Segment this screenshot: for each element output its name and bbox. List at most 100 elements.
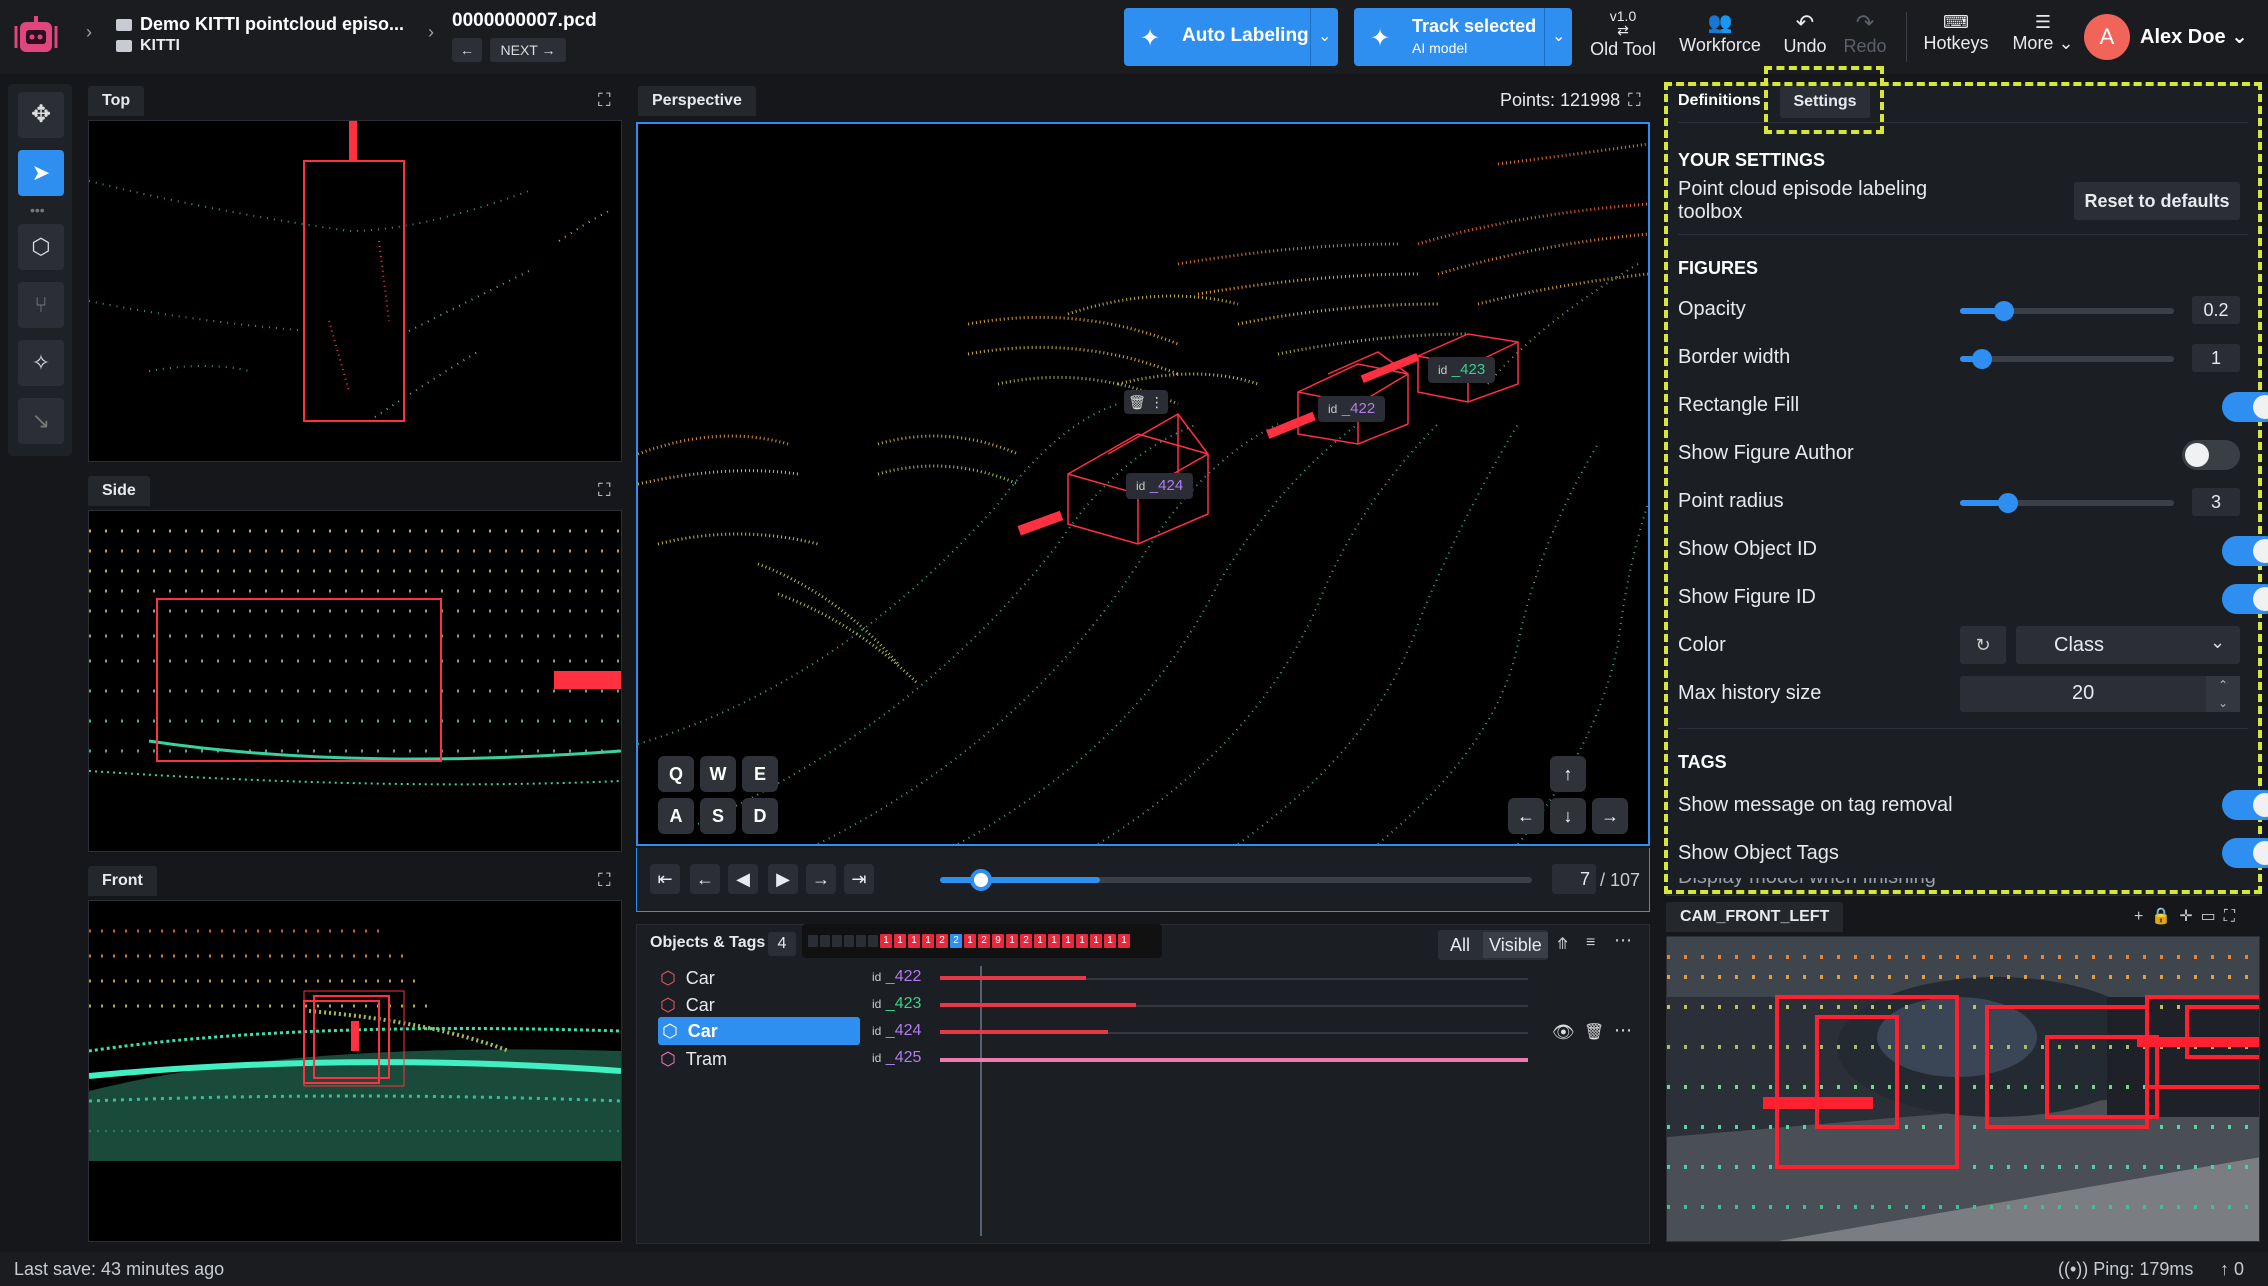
- project-title[interactable]: Demo KITTI pointcloud episo...: [140, 14, 404, 35]
- lock-icon[interactable]: 🔒: [2151, 908, 2179, 925]
- eye-icon[interactable]: 👁: [1552, 1022, 1575, 1043]
- border-width-slider[interactable]: [1960, 349, 2174, 369]
- side-view-canvas[interactable]: [88, 510, 622, 852]
- crosshair-icon[interactable]: ✛: [2179, 908, 2200, 925]
- cuboid-tool-icon[interactable]: ⬡: [18, 224, 64, 270]
- filter-visible[interactable]: Visible: [1483, 932, 1548, 958]
- camera-image[interactable]: [1666, 936, 2260, 1242]
- fullscreen-icon[interactable]: ⛶: [598, 480, 611, 501]
- visibility-filter[interactable]: All Visible: [1438, 930, 1548, 960]
- front-view-canvas[interactable]: [88, 900, 622, 1242]
- track-selected-button[interactable]: ✦ Track selected AI model ⌄: [1354, 8, 1572, 66]
- fullscreen-icon[interactable]: ⛶: [2224, 908, 2243, 925]
- key-d[interactable]: D: [742, 798, 778, 834]
- top-view-canvas[interactable]: [88, 120, 622, 462]
- last-frame-icon[interactable]: ⇥: [844, 864, 874, 894]
- trash-icon[interactable]: 🗑: [1584, 1022, 1604, 1042]
- opacity-value[interactable]: 0.2: [2192, 296, 2240, 324]
- key-w[interactable]: W: [700, 756, 736, 792]
- border-width-slider-thumb[interactable]: [1972, 349, 1992, 369]
- key-s[interactable]: S: [700, 798, 736, 834]
- undo-button[interactable]: ↶ Undo: [1778, 10, 1832, 57]
- point-radius-slider[interactable]: [1960, 493, 2174, 513]
- plus-icon[interactable]: +: [2134, 908, 2151, 925]
- chevron-down-icon[interactable]: ⌄: [1318, 26, 1331, 46]
- frame-cell[interactable]: 1: [908, 934, 920, 948]
- figure-id-tag-422[interactable]: id _422: [1318, 396, 1386, 422]
- tab-definitions[interactable]: Definitions: [1678, 92, 1761, 110]
- frame-cell[interactable]: 1: [1104, 934, 1116, 948]
- frame-cell[interactable]: 1: [964, 934, 976, 948]
- key-a[interactable]: A: [658, 798, 694, 834]
- arrow-up-icon[interactable]: ↑: [1550, 756, 1586, 792]
- current-frame-input[interactable]: 7: [1552, 864, 1596, 894]
- hotkeys-button[interactable]: ⌨ Hotkeys: [1914, 12, 1998, 54]
- history-size-input[interactable]: 20 ⌃ ⌄: [1960, 676, 2240, 712]
- workforce-button[interactable]: 👥 Workforce: [1672, 10, 1768, 56]
- auto-labeling-button[interactable]: ✦ Auto Labeling ⌄: [1124, 8, 1338, 66]
- frame-cell[interactable]: 1: [1006, 934, 1018, 948]
- frame-cell[interactable]: 2: [936, 934, 948, 948]
- select-cursor-icon[interactable]: ➤: [18, 150, 64, 196]
- show-figure-id-toggle[interactable]: [2222, 584, 2268, 614]
- old-tool-button[interactable]: v1.0 ⇄ Old Tool: [1586, 8, 1660, 60]
- more-horizontal-icon[interactable]: ⋯: [1614, 1020, 1632, 1041]
- frame-cell[interactable]: 1: [1090, 934, 1102, 948]
- number-stepper[interactable]: ⌃ ⌄: [2206, 676, 2240, 712]
- opacity-slider[interactable]: [1960, 301, 2174, 321]
- fullscreen-icon[interactable]: ⛶: [598, 90, 611, 111]
- key-e[interactable]: E: [742, 756, 778, 792]
- frame-cell[interactable]: 2: [1020, 934, 1032, 948]
- reset-defaults-button[interactable]: Reset to defaults: [2074, 182, 2240, 220]
- trash-icon[interactable]: 🗑: [1128, 394, 1146, 410]
- object-row[interactable]: ⬡ Car: [660, 966, 860, 990]
- show-object-id-toggle[interactable]: [2222, 536, 2268, 566]
- opacity-slider-thumb[interactable]: [1994, 301, 2014, 321]
- frame-cell[interactable]: 1: [1048, 934, 1060, 948]
- point-radius-slider-thumb[interactable]: [1998, 493, 2018, 513]
- tab-settings[interactable]: Settings: [1780, 86, 1870, 118]
- more-horizontal-icon[interactable]: ⋯: [1614, 930, 1632, 951]
- frame-cell[interactable]: 2: [950, 934, 962, 948]
- object-row-selected[interactable]: ⬡ Car: [658, 1017, 860, 1045]
- track-segment[interactable]: [940, 1003, 1136, 1007]
- frame-cell[interactable]: 9: [992, 934, 1004, 948]
- play-icon[interactable]: ▶: [768, 864, 798, 894]
- chevron-down-icon[interactable]: ⌄: [1552, 26, 1565, 46]
- redo-button[interactable]: ↷ Redo: [1838, 10, 1892, 57]
- object-tags-toggle[interactable]: [2222, 838, 2268, 868]
- next-file-button[interactable]: NEXT →: [490, 38, 566, 62]
- frame-slider[interactable]: [940, 869, 1532, 891]
- first-frame-icon[interactable]: ⇤: [650, 864, 680, 894]
- fullscreen-icon[interactable]: ⛶: [598, 870, 611, 891]
- filter-all[interactable]: All: [1450, 935, 1470, 955]
- frame-cell[interactable]: 1: [1062, 934, 1074, 948]
- border-width-value[interactable]: 1: [2192, 344, 2240, 372]
- frame-cell[interactable]: 1: [922, 934, 934, 948]
- arrow-down-icon[interactable]: ↓: [1550, 798, 1586, 834]
- object-row[interactable]: ⬡ Car: [660, 993, 860, 1017]
- fullscreen-icon[interactable]: ⛶: [1628, 90, 1641, 111]
- figure-id-tag-424[interactable]: id _424: [1126, 473, 1194, 499]
- dataset-name[interactable]: KITTI: [140, 37, 180, 55]
- track-segment[interactable]: [940, 976, 1086, 980]
- frame-cell[interactable]: 1: [1034, 934, 1046, 948]
- play-backward-icon[interactable]: ◀: [728, 864, 758, 894]
- move-tool-icon[interactable]: ✥: [18, 92, 64, 138]
- tag-removal-toggle[interactable]: [2222, 790, 2268, 820]
- frame-cell[interactable]: 2: [978, 934, 990, 948]
- avatar[interactable]: A: [2084, 14, 2130, 60]
- frame-cell[interactable]: 1: [1118, 934, 1130, 948]
- figure-toolbar[interactable]: 🗑 ⋮: [1124, 390, 1168, 414]
- video-icon[interactable]: ▭: [2201, 908, 2224, 925]
- arrow-left-icon[interactable]: ←: [1508, 798, 1544, 834]
- rectangle-fill-toggle[interactable]: [2222, 392, 2268, 422]
- user-menu[interactable]: Alex Doe ⌄: [2140, 24, 2248, 49]
- frame-cell[interactable]: 1: [880, 934, 892, 948]
- graph-tool-icon[interactable]: ⑂: [18, 282, 64, 328]
- color-select[interactable]: Class ⌄: [2016, 626, 2240, 664]
- filter-icon[interactable]: ≡: [1586, 934, 1595, 952]
- app-logo[interactable]: [12, 12, 60, 60]
- more-button[interactable]: ☰ More ⌄: [2006, 12, 2080, 54]
- frame-slider-thumb[interactable]: [969, 869, 992, 891]
